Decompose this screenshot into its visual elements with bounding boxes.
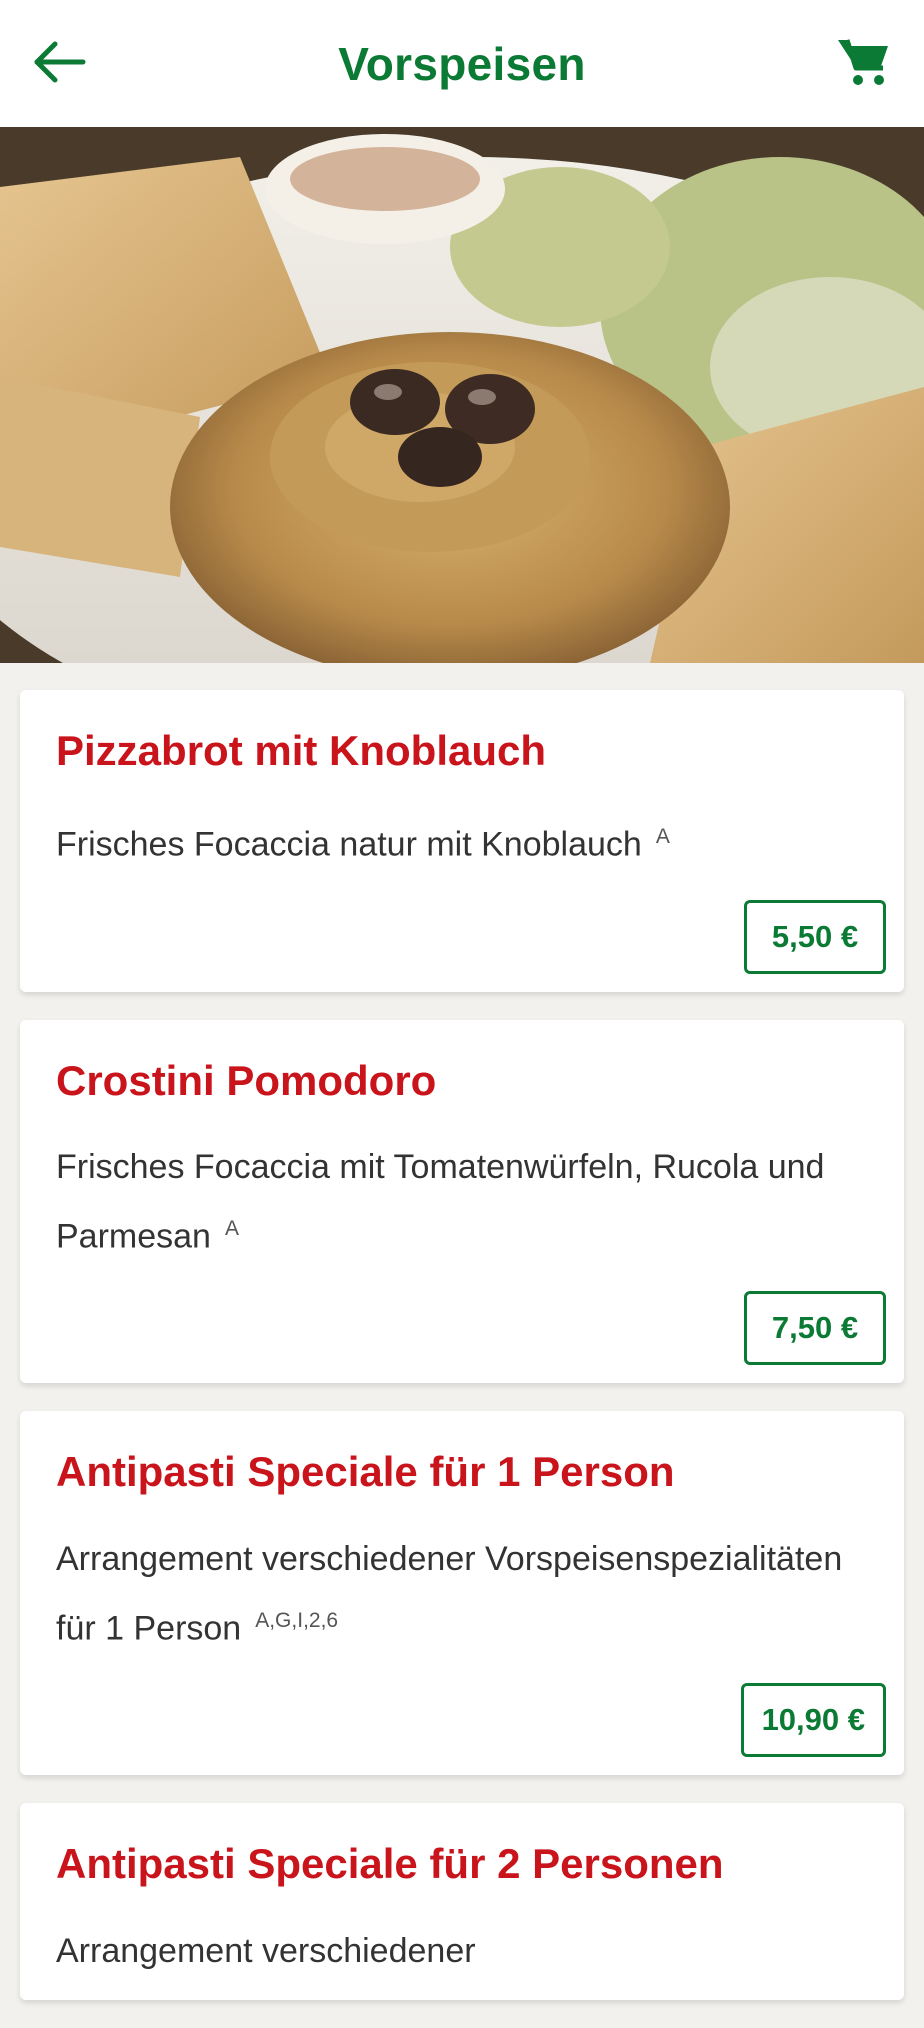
menu-item-name: Antipasti Speciale für 2 Personen	[56, 1840, 724, 1888]
app-header: Vorspeisen	[0, 0, 924, 127]
menu-item-allergens: A	[224, 1217, 239, 1241]
menu-item-description-text: Frisches Focaccia mit Tomatenwürfeln, Ru…	[56, 1148, 825, 1256]
menu-item-description-text: Arrangement verschiedener	[56, 1931, 476, 1970]
cart-icon	[838, 39, 888, 85]
menu-item-name: Antipasti Speciale für 1 Person	[56, 1448, 675, 1496]
menu-item-description: Arrangement verschiedener Vorspeisenspez…	[56, 1528, 886, 1659]
cart-button[interactable]	[834, 32, 894, 92]
menu-item-name: Crostini Pomodoro	[56, 1056, 437, 1104]
menu-item-description-text: Arrangement verschiedener Vorspeisenspez…	[56, 1539, 843, 1648]
menu-item-card[interactable]: Antipasti Speciale für 2 Personen Arrang…	[20, 1803, 904, 2000]
price-button[interactable]: 10,90 €	[740, 1683, 886, 1758]
menu-item-description-text: Frisches Focaccia natur mit Knoblauch	[56, 825, 642, 864]
menu-item-name: Pizzabrot mit Knoblauch	[56, 727, 547, 774]
menu-list: Pizzabrot mit Knoblauch Frisches Focacci…	[20, 690, 904, 2028]
menu-item-description: Frisches Focaccia mit Tomatenwürfeln, Ru…	[56, 1136, 886, 1267]
menu-item-description: Arrangement verschiedener	[56, 1920, 886, 1982]
menu-item-description: Frisches Focaccia natur mit Knoblauch A	[56, 806, 886, 875]
menu-item-allergens: A,G,I,2,6	[255, 1608, 339, 1632]
price-button[interactable]: 5,50 €	[744, 899, 886, 974]
page-title: Vorspeisen	[338, 37, 586, 90]
menu-item-allergens: A	[655, 825, 670, 849]
menu-item-card[interactable]: Antipasti Speciale für 1 Person Arrangem…	[20, 1411, 904, 1776]
hero-food-image	[0, 127, 924, 663]
menu-item-card[interactable]: Pizzabrot mit Knoblauch Frisches Focacci…	[20, 690, 904, 992]
arrow-left-icon	[34, 41, 86, 83]
back-button[interactable]	[30, 32, 90, 92]
menu-item-card[interactable]: Crostini Pomodoro Frisches Focaccia mit …	[20, 1019, 904, 1384]
price-button[interactable]: 7,50 €	[744, 1291, 886, 1366]
